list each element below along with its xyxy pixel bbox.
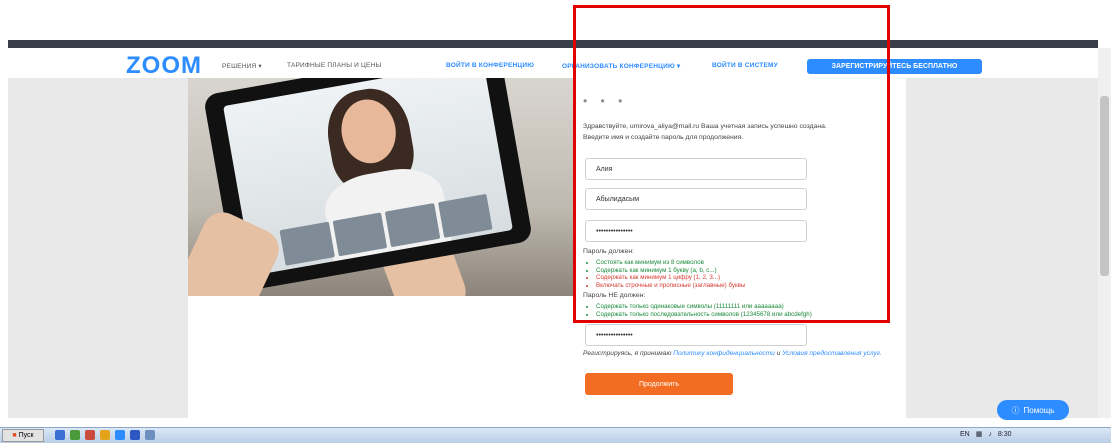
nav-join-meeting[interactable]: ВОЙТИ В КОНФЕРЕНЦИЮ <box>446 62 534 69</box>
help-label: Помощь <box>1023 405 1055 415</box>
word-icon[interactable] <box>130 430 140 440</box>
rule-item: Содержать как минимум 1 букву (a, b, c..… <box>596 267 745 275</box>
first-name-field[interactable]: Алия <box>585 158 807 180</box>
rule-item: Включать строчные и прописные (заглавные… <box>596 282 745 290</box>
participant-thumbnail <box>279 221 335 266</box>
speaker-icon: ♪ <box>988 430 992 438</box>
start-label: Пуск <box>18 432 34 439</box>
terms-of-service-link[interactable]: Условия предоставления услуг. <box>782 350 882 357</box>
browser-top-bar <box>8 40 1098 48</box>
welcome-line-1: Здравствуйте, umirova_aliya@mail.ru Ваша… <box>583 123 827 130</box>
nav-solutions[interactable]: РЕШЕНИЯ ▾ <box>222 62 262 70</box>
language-indicator[interactable]: EN <box>960 431 970 438</box>
zoom-logo[interactable]: ZOOM <box>126 52 202 80</box>
top-margin <box>0 0 1111 40</box>
participant-thumbnail <box>437 193 493 238</box>
nav-pricing[interactable]: ТАРИФНЫЕ ПЛАНЫ И ЦЕНЫ <box>287 62 381 69</box>
window-icon[interactable] <box>145 430 155 440</box>
terms-prefix: Регистрируясь, я принимаю <box>583 350 672 357</box>
media-icon[interactable] <box>85 430 95 440</box>
explorer-icon[interactable] <box>70 430 80 440</box>
windows-taskbar <box>0 427 1111 443</box>
windows-logo-icon: ■ <box>12 432 17 439</box>
signup-button[interactable]: ЗАРЕГИСТРИРУЙТЕСЬ БЕСПЛАТНО <box>807 59 982 74</box>
welcome-message: Здравствуйте, umirova_aliya@mail.ru Ваша… <box>583 121 908 143</box>
network-icon: ▦ <box>975 431 983 438</box>
nav-host-meeting[interactable]: ОРГАНИЗОВАТЬ КОНФЕРЕНЦИЮ ▾ <box>562 62 680 70</box>
start-button[interactable]: ■ Пуск <box>2 429 44 442</box>
clock[interactable]: 8:30 <box>998 431 1012 438</box>
rule-item: Содержать как минимум 1 цифру (1, 2, 3..… <box>596 274 745 282</box>
welcome-line-2: Введите имя и создайте пароль для продол… <box>583 134 744 141</box>
scrollbar-thumb[interactable] <box>1100 96 1109 276</box>
ie-icon[interactable] <box>55 430 65 440</box>
folder-icon[interactable] <box>100 430 110 440</box>
last-name-field[interactable]: Абылидасым <box>585 188 807 210</box>
terms-text: Регистрируясь, я принимаю Политику конфи… <box>583 349 883 358</box>
terms-and: и <box>776 350 781 357</box>
rule-item: Содержать только последовательность симв… <box>596 311 876 319</box>
password-mustnot-title: Пароль НЕ должен: <box>583 292 646 299</box>
video-call-photo <box>188 78 576 296</box>
confirm-password-field[interactable]: ••••••••••••••• <box>585 324 807 346</box>
rule-item: Содержать только одинаковые символы (111… <box>596 303 876 311</box>
password-mustnot-rules: Содержать только одинаковые символы (111… <box>588 303 876 318</box>
password-must-rules: Состоять как минимум из 8 символов Содер… <box>588 259 745 289</box>
password-field[interactable]: ••••••••••••••• <box>585 220 807 242</box>
system-tray: EN ▦ ♪ 8:30 <box>960 430 1012 439</box>
privacy-policy-link[interactable]: Политику конфиденциальности <box>673 350 775 357</box>
continue-button[interactable]: Продолжить <box>585 373 733 395</box>
zoom-icon[interactable] <box>115 430 125 440</box>
nav-sign-in[interactable]: ВОЙТИ В СИСТЕМУ <box>712 62 778 69</box>
rule-item: Состоять как минимум из 8 символов <box>596 259 745 267</box>
help-button[interactable]: ⓘ Помощь <box>997 400 1069 420</box>
password-must-title: Пароль должен: <box>583 248 635 255</box>
question-icon: ⓘ <box>1011 405 1020 415</box>
step-dots: • • • <box>583 94 628 108</box>
